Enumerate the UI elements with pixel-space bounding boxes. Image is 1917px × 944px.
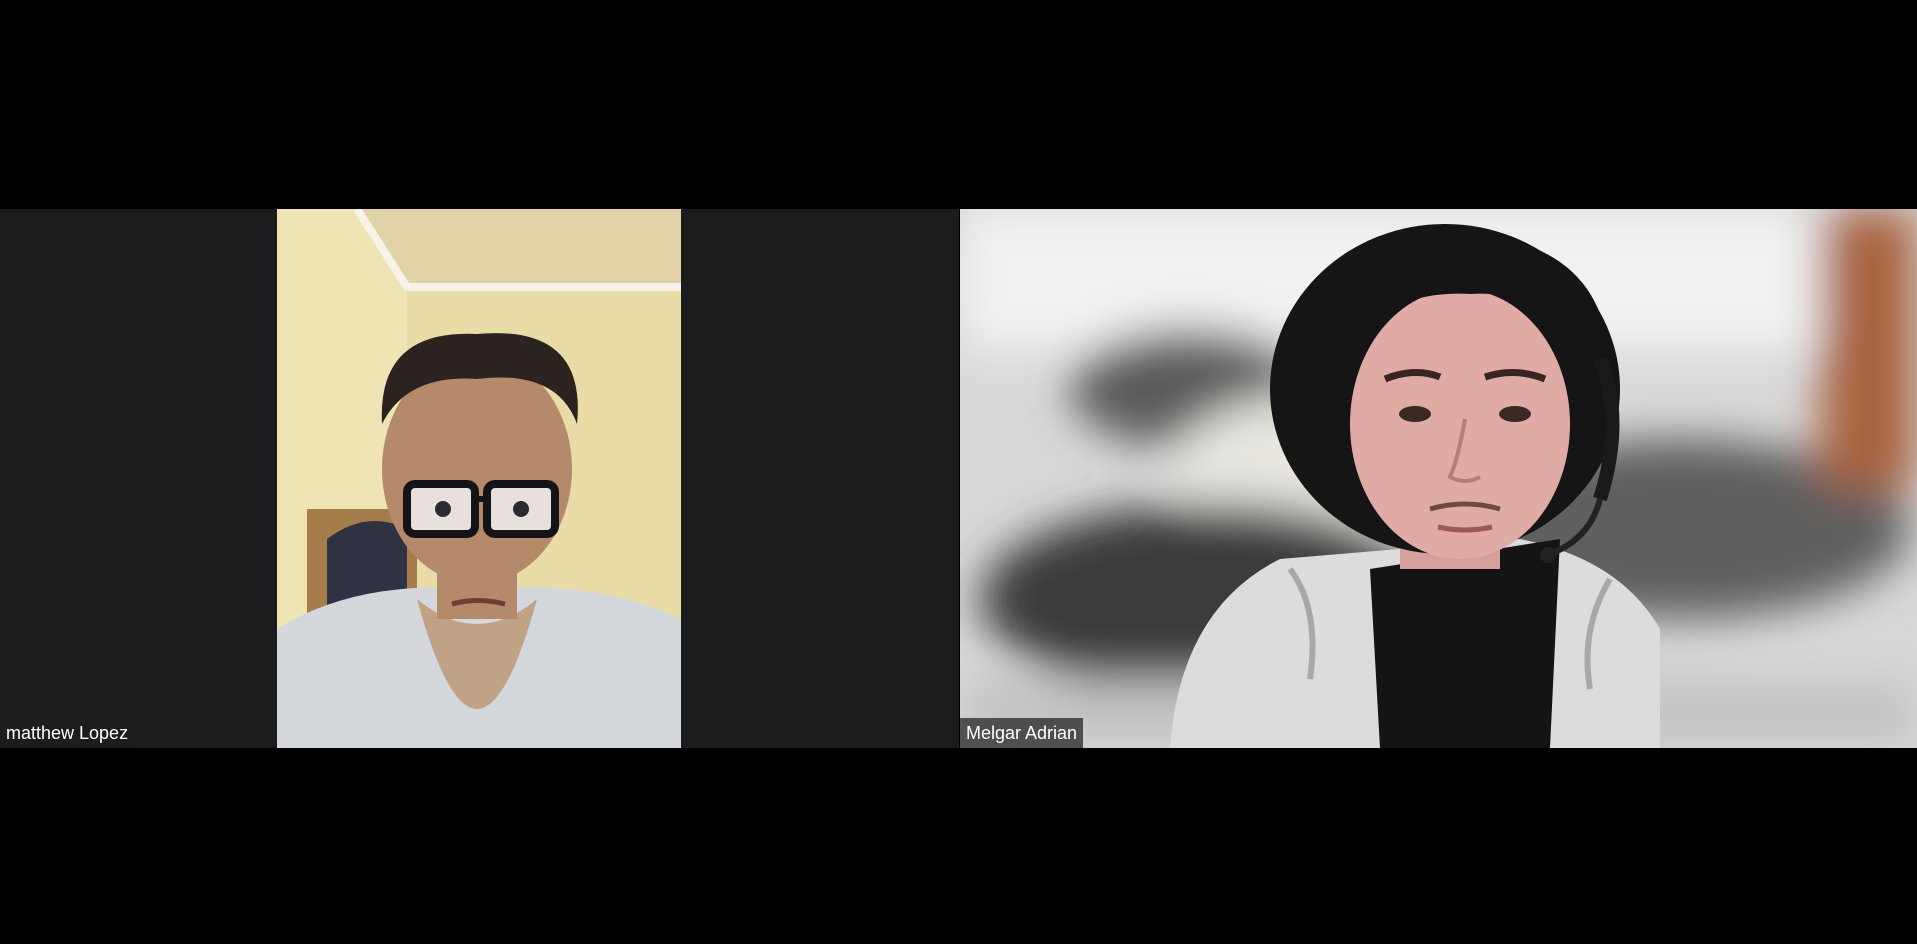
meeting-gallery-view: matthew Lopez Melgar Adrian xyxy=(0,0,1917,944)
participant-name-label: matthew Lopez xyxy=(0,718,135,748)
participant-tile[interactable]: Melgar Adrian xyxy=(960,209,1917,748)
participant-video xyxy=(277,209,681,748)
video-frame xyxy=(960,209,1917,748)
video-frame xyxy=(277,209,681,748)
participant-tile[interactable]: matthew Lopez xyxy=(0,209,959,748)
participant-name-label: Melgar Adrian xyxy=(960,718,1084,748)
participant-video xyxy=(960,209,1917,748)
